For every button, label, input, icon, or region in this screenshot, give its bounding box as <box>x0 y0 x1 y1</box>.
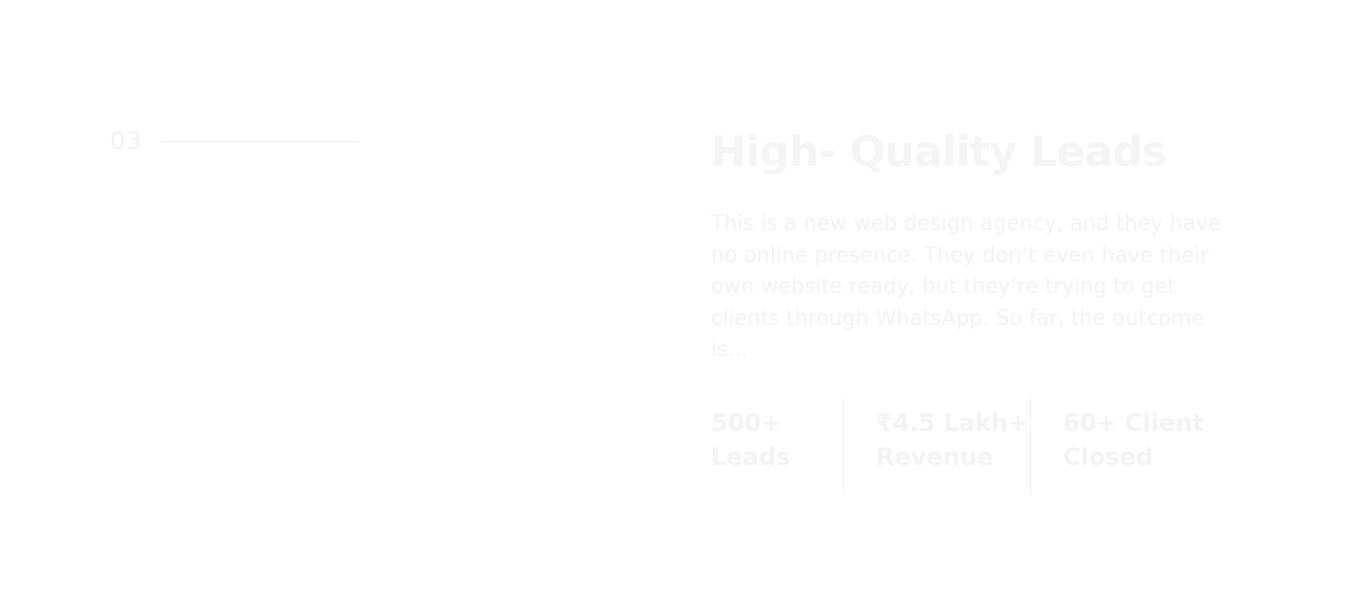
feature-description: This is a new web design agency, and the… <box>711 211 1222 361</box>
step-marker: 03 <box>110 126 359 156</box>
stat-label: Revenue <box>876 442 994 471</box>
step-number: 03 <box>110 127 143 155</box>
stat-value: ₹4.5 Lakh+ <box>876 408 1029 437</box>
stat-revenue: ₹4.5 Lakh+ Revenue <box>844 398 1030 494</box>
stat-clients: 60+ Client Closed <box>1031 398 1223 494</box>
stats-row: 500+ Leads ₹4.5 Lakh+ Revenue 60+ Client… <box>711 397 1251 494</box>
stat-value: 500+ <box>711 408 782 437</box>
step-divider-line <box>160 140 359 142</box>
stat-value: 60+ Client <box>1063 408 1204 437</box>
page: 03 High- Quality Leads This is a new web… <box>0 0 1366 602</box>
feature-content: High- Quality Leads This is a new web de… <box>711 124 1251 494</box>
stat-label: Closed <box>1063 442 1154 471</box>
feature-title: High- Quality Leads <box>711 127 1167 176</box>
stat-label: Leads <box>711 442 791 471</box>
stat-leads: 500+ Leads <box>711 398 843 494</box>
